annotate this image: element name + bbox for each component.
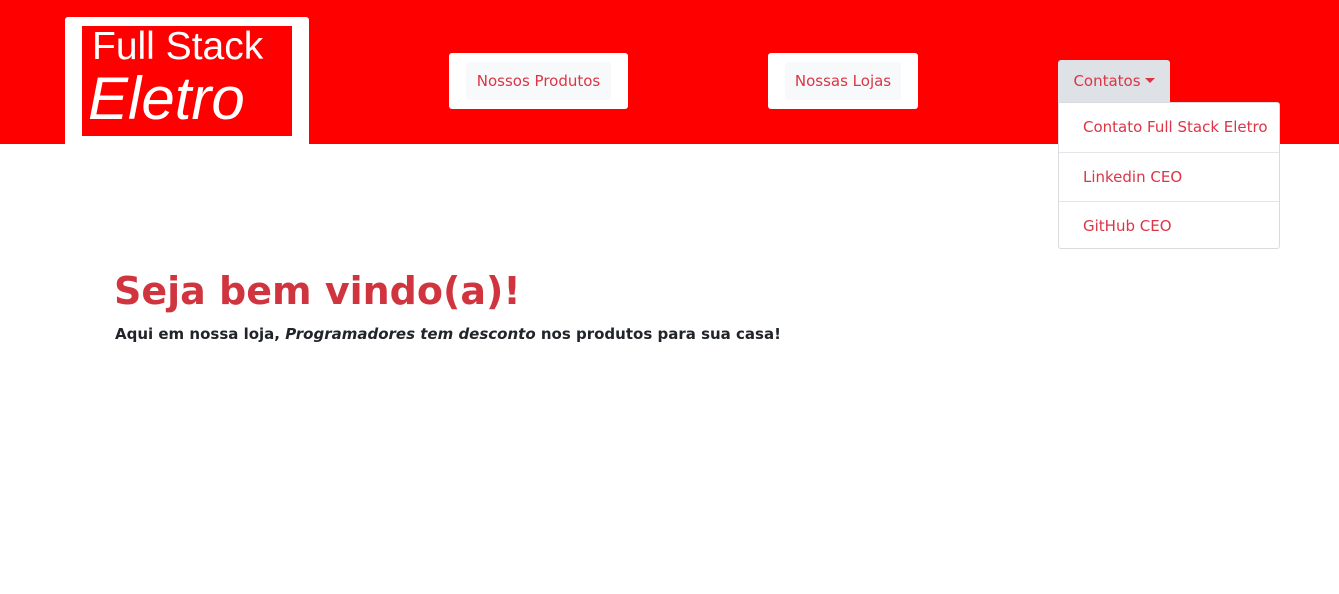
dropdown-item-linkedin-ceo[interactable]: Linkedin CEO [1059, 152, 1279, 201]
contatos-dropdown-toggle[interactable]: Contatos [1058, 60, 1170, 102]
welcome-text-after: nos produtos para sua casa! [535, 325, 781, 343]
page-title: Seja bem vindo(a)! [114, 269, 521, 313]
dropdown-item-contato-full-stack-eletro[interactable]: Contato Full Stack Eletro [1059, 103, 1279, 152]
nav-item-produtos: Nossos Produtos [449, 53, 628, 109]
logo-mark: Full Stack Eletro [82, 26, 292, 136]
logo[interactable]: Full Stack Eletro [65, 17, 309, 144]
caret-down-icon [1144, 78, 1155, 83]
dropdown-item-github-ceo[interactable]: GitHub CEO [1059, 201, 1279, 250]
nav-item-lojas: Nossas Lojas [768, 53, 918, 109]
contatos-dropdown-menu: Contato Full Stack Eletro Linkedin CEO G… [1058, 102, 1280, 249]
welcome-text-before: Aqui em nossa loja, [115, 325, 286, 343]
welcome-text: Aqui em nossa loja, Programadores tem de… [115, 324, 781, 344]
welcome-text-emphasis: Programadores tem desconto [285, 325, 536, 343]
logo-text-line1: Full Stack [92, 26, 264, 68]
contatos-label: Contatos [1073, 72, 1141, 90]
nossas-lojas-button[interactable]: Nossas Lojas [785, 62, 901, 100]
logo-text-line2: Eletro [88, 65, 245, 132]
nossos-produtos-button[interactable]: Nossos Produtos [466, 62, 611, 100]
